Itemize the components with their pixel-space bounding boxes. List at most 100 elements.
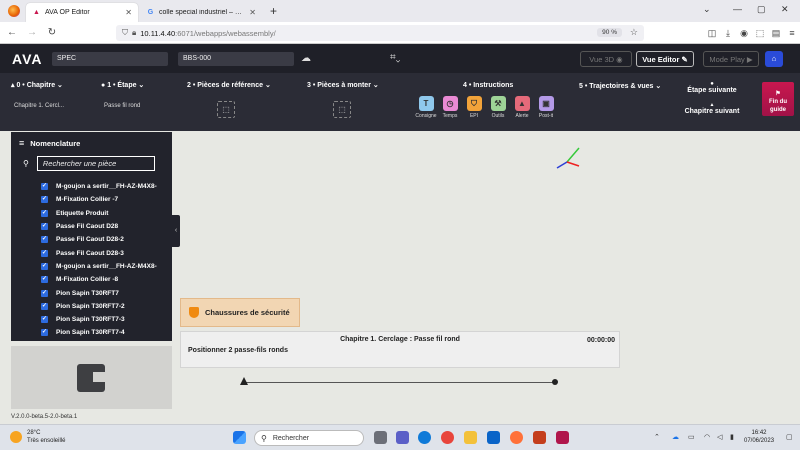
reload-icon[interactable]: ↻ — [44, 27, 60, 38]
pointer-select-icon[interactable]: ⬚ — [333, 101, 351, 118]
etape-dropdown[interactable]: ● 1 • Étape ⌄ — [101, 81, 144, 89]
menu-icon[interactable]: ≡ — [784, 28, 800, 38]
instruction-post-it-button[interactable]: ▣ Post-it — [533, 96, 559, 119]
safety-instruction-badge[interactable]: Chaussures de sécurité — [180, 298, 300, 327]
instruction-temps-button[interactable]: ◷ Temps — [437, 96, 463, 119]
maximize-icon[interactable]: ▢ — [757, 4, 766, 15]
download-icon[interactable]: ⤓ — [720, 28, 736, 39]
hamburger-icon[interactable]: ≡ — [19, 138, 24, 148]
list-item[interactable]: ✓ Pion Sapin T30RFT7-3 — [41, 313, 171, 326]
task-view-icon[interactable] — [374, 431, 387, 444]
checkbox-checked-icon[interactable]: ✓ — [41, 196, 48, 204]
list-item[interactable]: ✓ M-Fixation Collier -7 — [41, 193, 171, 206]
powerpoint-icon[interactable] — [533, 431, 546, 444]
back-arrow-icon[interactable]: ← — [4, 27, 20, 38]
container-icon[interactable]: ▤ — [768, 28, 784, 39]
close-icon[interactable]: ✕ — [125, 8, 132, 17]
list-item[interactable]: ✓ Passe Fil Caout D28 — [41, 220, 171, 233]
volume-icon[interactable]: ◁ — [717, 433, 722, 441]
outlook-icon[interactable] — [487, 431, 500, 444]
pieces-monter-dropdown[interactable]: 3 • Pièces à monter ⌄ — [307, 81, 379, 89]
timeline-track[interactable] — [244, 382, 556, 383]
search-input[interactable] — [36, 156, 155, 171]
instruction-outils-button[interactable]: ⚒ Outils — [485, 96, 511, 119]
account-icon[interactable]: ◉ — [736, 28, 752, 39]
spec-field[interactable]: SPEC — [52, 52, 168, 66]
list-item[interactable]: ✓ Pion Sapin T30RFT7-4 — [41, 326, 171, 339]
pointer-select-icon[interactable]: ⬚ — [217, 101, 235, 118]
timeline-end-marker[interactable] — [552, 379, 558, 385]
bbs-field[interactable]: BBS-000 — [178, 52, 294, 66]
pocket-icon[interactable]: ◫ — [704, 28, 720, 39]
checkbox-checked-icon[interactable]: ✓ — [41, 289, 48, 297]
list-item[interactable]: ✓ Pion Sapin T30RFT7-2 — [41, 300, 171, 313]
chevron-down-icon[interactable]: ⌄ — [703, 4, 711, 15]
end-guide-button[interactable]: ⚑ Fin du guide — [762, 82, 794, 116]
checkbox-checked-icon[interactable]: ✓ — [41, 209, 48, 217]
zoom-level[interactable]: 90 % — [597, 28, 622, 37]
list-item[interactable]: ✓ M-goujon a sertir__FH-AZ-M4X8- — [41, 260, 171, 273]
checkbox-checked-icon[interactable]: ✓ — [41, 276, 48, 284]
taskbar-search[interactable]: ⚲ Rechercher — [254, 430, 364, 446]
collapse-panel-button[interactable]: ‹ — [172, 215, 180, 247]
checkbox-checked-icon[interactable]: ✓ — [41, 316, 48, 324]
chapitre-dropdown[interactable]: ▴ 0 • Chapitre ⌄ — [11, 81, 63, 89]
mode-play-button[interactable]: Mode Play ▶ — [703, 51, 759, 67]
axes-gizmo[interactable] — [552, 144, 582, 174]
checkbox-checked-icon[interactable]: ✓ — [41, 183, 48, 191]
tab-ava-op-editor[interactable]: ▲ AVA OP Editor ✕ — [26, 3, 138, 22]
forward-arrow-icon[interactable]: → — [24, 27, 40, 38]
vue-editor-button[interactable]: Vue Editor ✎ — [636, 51, 694, 67]
checkbox-checked-icon[interactable]: ✓ — [41, 262, 48, 270]
checkbox-checked-icon[interactable]: ✓ — [41, 223, 48, 231]
pieces-reference-dropdown[interactable]: 2 • Pièces de référence ⌄ — [187, 81, 271, 89]
file-explorer-icon[interactable] — [464, 431, 477, 444]
window-close-icon[interactable]: ✕ — [781, 4, 789, 15]
battery-icon[interactable]: ▮ — [730, 433, 734, 441]
network-icon[interactable]: ▭ — [688, 433, 695, 441]
ava-app-icon[interactable] — [556, 431, 569, 444]
checkbox-checked-icon[interactable]: ✓ — [41, 329, 48, 337]
list-item[interactable]: ✓ Pion Sapin T30RFT7 — [41, 286, 171, 299]
checkbox-checked-icon[interactable]: ✓ — [41, 249, 48, 257]
page-info-icon[interactable]: 🔒︎ — [132, 28, 136, 38]
list-item[interactable]: ✓ M-Fixation Collier -8 — [41, 273, 171, 286]
onedrive-icon[interactable]: ☁ — [672, 433, 679, 441]
new-tab-button[interactable]: + — [270, 4, 277, 18]
trajectoires-dropdown[interactable]: 5 • Trajectoires & vues ⌄ — [579, 82, 661, 90]
url-path: :6071/webapps/webassembly/ — [175, 28, 276, 38]
instruction-consigne-button[interactable]: T Consigne — [413, 96, 439, 119]
url-bar[interactable]: ⛉ 🔒︎ 10.11.4.40:6071/webapps/webassembly… — [116, 25, 644, 41]
next-step-button[interactable]: ● Étape suivante — [682, 81, 742, 94]
vue-3d-button[interactable]: Vue 3D ◉ — [580, 51, 632, 67]
minimize-icon[interactable]: — — [733, 4, 742, 14]
close-icon[interactable]: ✕ — [249, 8, 256, 17]
checkbox-checked-icon[interactable]: ✓ — [41, 302, 48, 310]
edge-icon[interactable] — [418, 431, 431, 444]
list-item[interactable]: ✓ Passe Fil Caout D28-2 — [41, 233, 171, 246]
chrome-icon[interactable] — [441, 431, 454, 444]
scan-icon[interactable]: ⌗⌄ — [390, 52, 400, 63]
timeline-start-marker[interactable] — [240, 377, 248, 385]
bookmark-star-icon[interactable]: ☆ — [630, 27, 638, 38]
notification-icon[interactable]: ▢ — [786, 433, 793, 441]
chevron-up-icon[interactable]: ⌃ — [654, 433, 660, 441]
tab-google-search[interactable]: G colle special industriel – Recherche ✕ — [140, 3, 262, 22]
cloud-icon[interactable]: ☁ — [301, 53, 311, 64]
home-button[interactable]: ⌂ — [765, 51, 783, 67]
checkbox-checked-icon[interactable]: ✓ — [41, 236, 48, 244]
weather-widget[interactable]: 28°C Très ensoleillé — [10, 429, 65, 445]
list-item[interactable]: ✓ M-goujon a sertir__FH-AZ-M4X8- — [41, 180, 171, 193]
next-chapter-button[interactable]: ▲ Chapitre suivant — [682, 102, 742, 115]
wifi-icon[interactable]: ◠ — [704, 433, 710, 441]
windows-start-icon[interactable] — [233, 431, 246, 444]
teams-icon[interactable] — [396, 431, 409, 444]
firefox-taskbar-icon[interactable] — [510, 431, 523, 444]
list-item[interactable]: ✓ Etiquette Produit — [41, 207, 171, 220]
firefox-icon[interactable] — [8, 5, 20, 17]
instruction-epi-button[interactable]: ⛉ EPI — [461, 96, 487, 119]
extension-icon[interactable]: ⬚ — [752, 28, 768, 39]
instruction-alerte-button[interactable]: ▲ Alerte — [509, 96, 535, 119]
list-item[interactable]: ✓ Passe Fil Caout D28-3 — [41, 246, 171, 259]
taskbar-clock[interactable]: 16:42 07/06/2023 — [744, 429, 774, 445]
